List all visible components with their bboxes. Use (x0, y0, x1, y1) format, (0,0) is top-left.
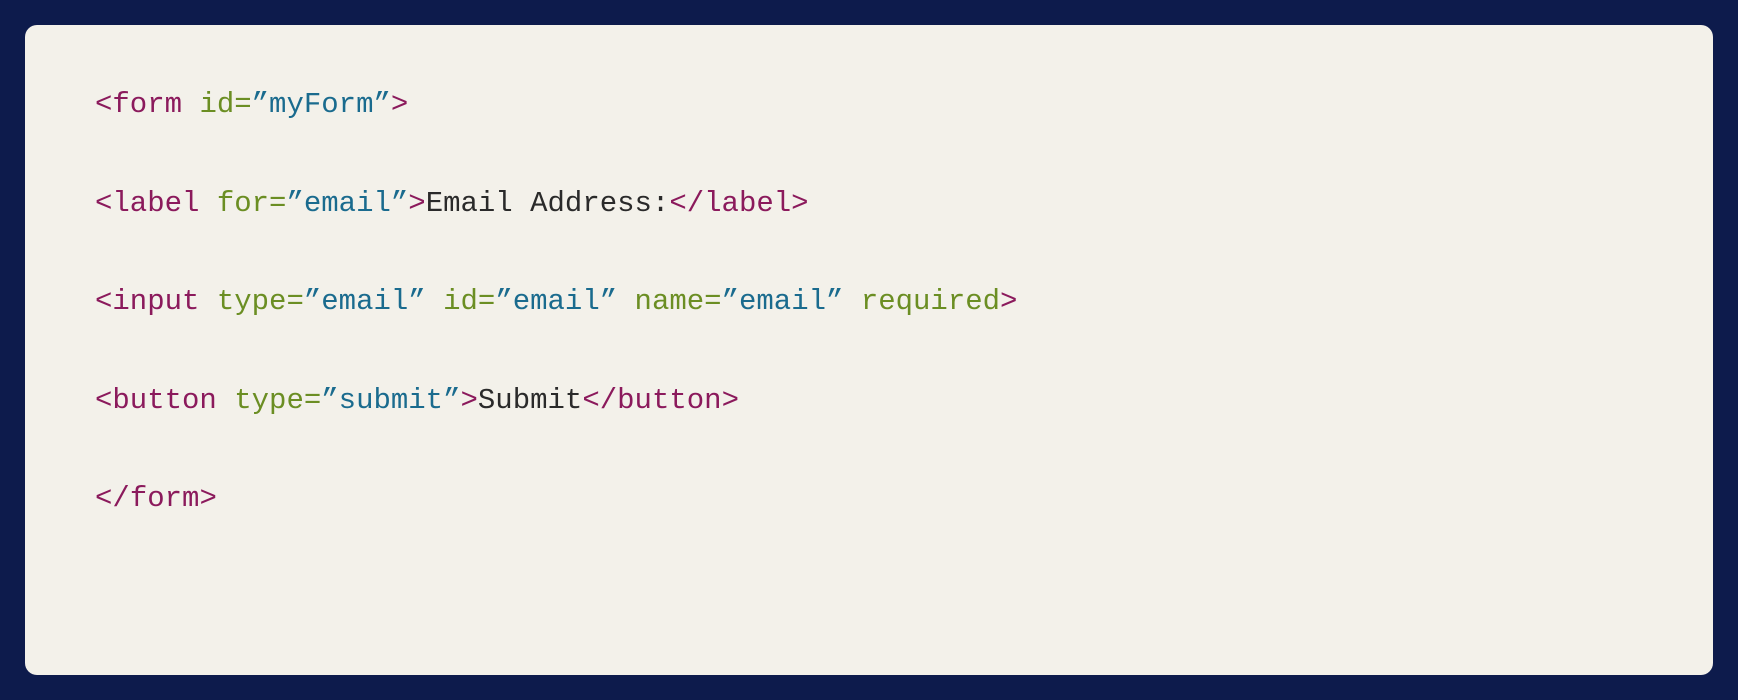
space (843, 285, 860, 318)
bracket-close: > (461, 384, 478, 417)
attr-value-email: ”email” (286, 187, 408, 220)
attr-type: type (234, 384, 304, 417)
tag-form: form (112, 88, 182, 121)
close-tag-form: form (130, 482, 200, 515)
space (617, 285, 634, 318)
attr-required: required (861, 285, 1000, 318)
code-line-3: <input type=”email” id=”email” name=”ema… (95, 282, 1643, 323)
equals: = (269, 187, 286, 220)
bracket-open: < (95, 88, 112, 121)
space (426, 285, 443, 318)
code-line-5: </form> (95, 479, 1643, 520)
code-panel: <form id=”myForm”> <label for=”email”>Em… (25, 25, 1713, 675)
attr-value-email: ”email” (722, 285, 844, 318)
attr-id: id (443, 285, 478, 318)
attr-for: for (217, 187, 269, 220)
close-bracket-close: > (791, 187, 808, 220)
attr-type: type (217, 285, 287, 318)
bracket-close: > (408, 187, 425, 220)
close-bracket-close: > (199, 482, 216, 515)
attr-id: id (199, 88, 234, 121)
tag-label: label (112, 187, 199, 220)
close-tag-button: button (617, 384, 721, 417)
attr-value-myform: ”myForm” (252, 88, 391, 121)
bracket-open: < (95, 384, 112, 417)
bracket-open: < (95, 187, 112, 220)
space (199, 187, 216, 220)
text-submit: Submit (478, 384, 582, 417)
attr-value-email: ”email” (495, 285, 617, 318)
equals: = (234, 88, 251, 121)
space (199, 285, 216, 318)
tag-button: button (112, 384, 216, 417)
equals: = (704, 285, 721, 318)
bracket-close: > (391, 88, 408, 121)
attr-value-submit: ”submit” (321, 384, 460, 417)
equals: = (286, 285, 303, 318)
close-bracket-open: </ (582, 384, 617, 417)
code-line-4: <button type=”submit”>Submit</button> (95, 381, 1643, 422)
equals: = (304, 384, 321, 417)
equals: = (478, 285, 495, 318)
tag-input: input (112, 285, 199, 318)
attr-name-name: name (635, 285, 705, 318)
close-bracket-close: > (722, 384, 739, 417)
bracket-open: < (95, 285, 112, 318)
text-email-address: Email Address: (426, 187, 670, 220)
code-line-1: <form id=”myForm”> (95, 85, 1643, 126)
close-bracket-open: </ (95, 482, 130, 515)
close-bracket-open: </ (669, 187, 704, 220)
space (182, 88, 199, 121)
bracket-close: > (1000, 285, 1017, 318)
close-tag-label: label (704, 187, 791, 220)
space (217, 384, 234, 417)
code-line-2: <label for=”email”>Email Address:</label… (95, 184, 1643, 225)
attr-value-email: ”email” (304, 285, 426, 318)
